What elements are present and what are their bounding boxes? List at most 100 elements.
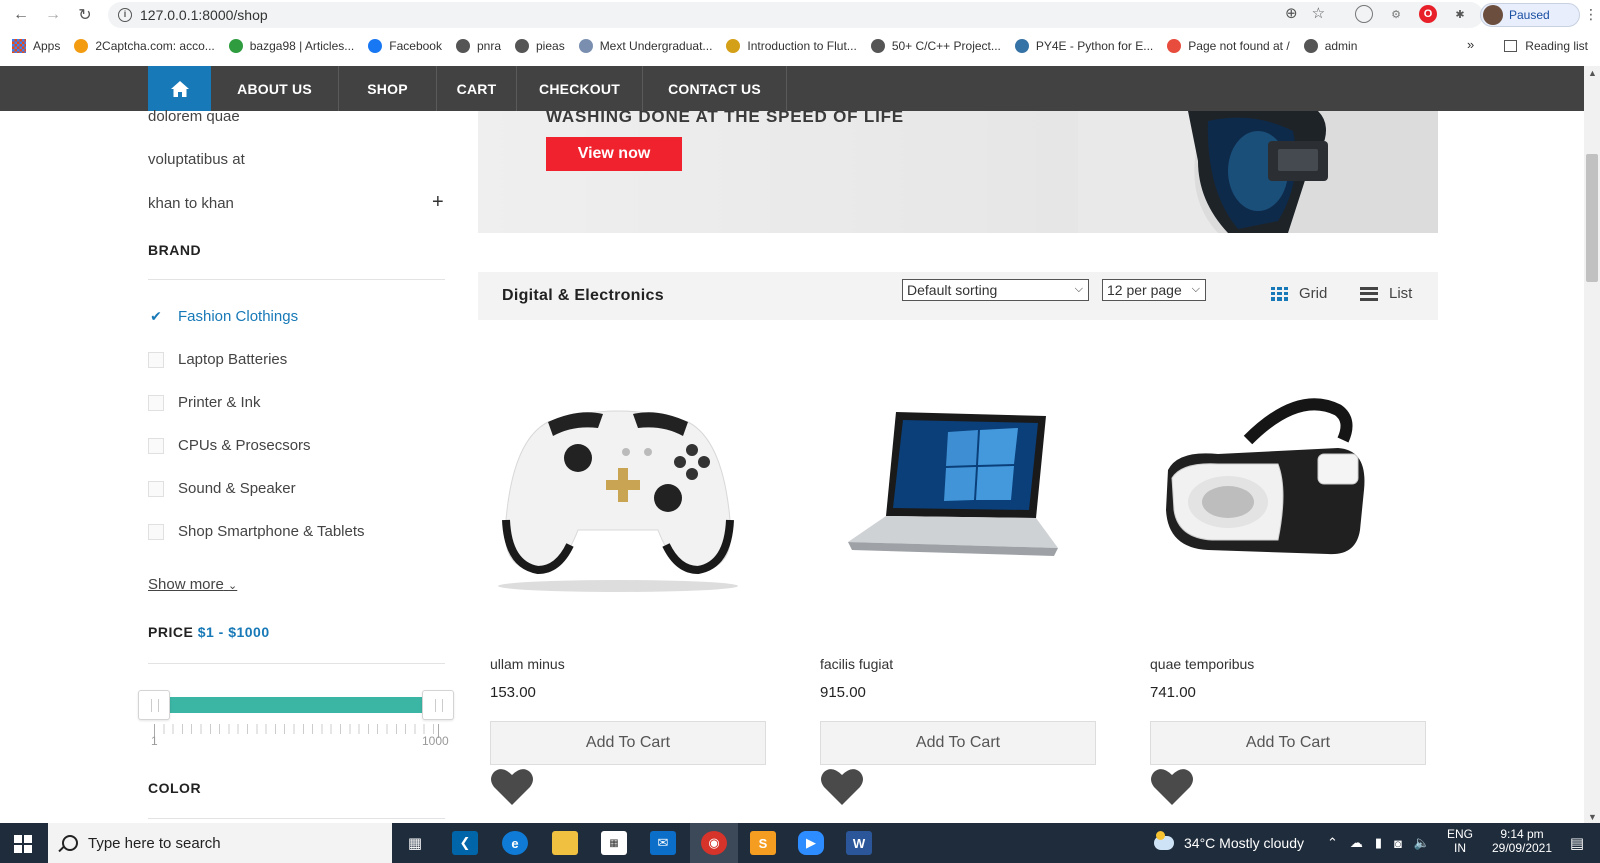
checkbox[interactable]: [148, 351, 164, 368]
language-indicator[interactable]: ENG IN: [1444, 827, 1476, 855]
price-slider-max-handle[interactable]: [422, 690, 454, 720]
wishlist-heart-icon[interactable]: [820, 767, 864, 807]
product-name[interactable]: facilis fugiat: [820, 656, 893, 672]
checkbox[interactable]: [148, 480, 164, 497]
view-now-button[interactable]: View now: [546, 137, 682, 171]
game-controller-image[interactable]: [478, 370, 756, 600]
bookmark-item[interactable]: pnra: [455, 39, 501, 53]
brand-filter-item[interactable]: CPUs & Prosecsors: [148, 437, 311, 454]
zoom-app-icon[interactable]: ▶: [798, 831, 824, 855]
laptop-image[interactable]: [808, 370, 1086, 600]
word-icon[interactable]: W: [846, 831, 872, 855]
sublime-text-icon[interactable]: S: [750, 831, 776, 855]
bookmark-item[interactable]: admin: [1303, 39, 1357, 53]
chrome-icon[interactable]: ◉: [701, 831, 727, 855]
bookmark-item[interactable]: 50+ C/C++ Project...: [870, 39, 1001, 53]
file-explorer-icon[interactable]: [552, 831, 578, 855]
checkbox[interactable]: [148, 523, 164, 540]
per-page-select[interactable]: 12 per page ⌵: [1102, 279, 1206, 301]
product-name[interactable]: ullam minus: [490, 656, 565, 672]
django-icon: [1167, 39, 1182, 53]
banner-background: [478, 111, 1078, 233]
brand-filter-item[interactable]: Printer & Ink: [148, 394, 261, 411]
price-slider-min-handle[interactable]: [138, 690, 170, 720]
scrollbar-thumb[interactable]: [1586, 154, 1598, 282]
category-link[interactable]: voluptatibus at: [148, 151, 245, 168]
back-arrow-icon[interactable]: ←: [10, 4, 32, 26]
bookmark-item[interactable]: bazga98 | Articles...: [228, 39, 354, 53]
taskbar-search-input[interactable]: Type here to search: [48, 823, 392, 863]
wishlist-heart-icon[interactable]: [490, 767, 534, 807]
show-more-link[interactable]: Show more ⌄: [148, 576, 237, 593]
puzzle-extensions-icon[interactable]: ✱: [1451, 5, 1469, 23]
price-slider[interactable]: 1 1000: [138, 690, 456, 750]
mail-icon[interactable]: ✉: [650, 831, 676, 855]
product-name[interactable]: quae temporibus: [1150, 656, 1254, 672]
windows-start-icon[interactable]: [14, 835, 32, 853]
color-heading: COLOR: [148, 780, 202, 796]
list-view-toggle[interactable]: List: [1360, 285, 1412, 302]
bookmark-item[interactable]: Mext Undergraduat...: [578, 39, 712, 53]
nav-about-us[interactable]: ABOUT US: [211, 66, 339, 111]
reading-list-label: Reading list: [1525, 39, 1588, 53]
bookmark-item[interactable]: Introduction to Flut...: [726, 39, 857, 53]
category-link[interactable]: dolorem quae: [148, 108, 240, 125]
volume-icon[interactable]: 🔈: [1414, 835, 1430, 851]
brand-filter-item[interactable]: Sound & Speaker: [148, 480, 296, 497]
scroll-down-arrow-icon[interactable]: ▼: [1588, 812, 1597, 822]
weather-widget[interactable]: 34°C Mostly cloudy: [1154, 823, 1304, 863]
checkbox[interactable]: [148, 394, 164, 411]
home-button[interactable]: [148, 66, 211, 111]
checkbox[interactable]: [148, 437, 164, 454]
battery-icon[interactable]: ▮: [1375, 835, 1382, 851]
bookmark-item[interactable]: Apps: [12, 39, 60, 53]
store-icon[interactable]: ▦: [601, 831, 627, 855]
checkbox-checked-icon[interactable]: ✔: [148, 308, 164, 325]
bookmark-star-icon[interactable]: ☆: [1312, 4, 1325, 22]
bookmark-item[interactable]: Page not found at /: [1167, 39, 1290, 53]
tray-chevron-up-icon[interactable]: ⌃: [1327, 835, 1338, 851]
reading-list-button[interactable]: Reading list: [1504, 33, 1588, 59]
brand-filter-item[interactable]: Shop Smartphone & Tablets: [148, 523, 365, 540]
expand-plus-icon[interactable]: +: [432, 191, 444, 214]
bookmark-item[interactable]: PY4E - Python for E...: [1014, 39, 1153, 53]
extension-icon[interactable]: ⚙: [1387, 5, 1405, 23]
category-link[interactable]: khan to khan: [148, 195, 234, 212]
nav-cart[interactable]: CART: [437, 66, 517, 111]
vr-headset-image[interactable]: [1138, 370, 1416, 600]
wifi-icon[interactable]: ◙: [1394, 836, 1402, 851]
task-view-icon[interactable]: ▦: [402, 831, 428, 855]
grid-view-toggle[interactable]: Grid: [1271, 285, 1327, 302]
more-bookmarks-icon[interactable]: »: [1467, 37, 1474, 52]
bookmark-item[interactable]: Facebook: [368, 39, 442, 53]
site-info-icon[interactable]: i: [118, 8, 132, 22]
onedrive-cloud-icon[interactable]: ☁: [1350, 835, 1363, 851]
nav-checkout[interactable]: CHECKOUT: [517, 66, 643, 111]
forward-arrow-icon[interactable]: →: [42, 4, 64, 26]
reload-icon[interactable]: ↻: [74, 4, 96, 26]
chevron-down-icon: ⌵: [1074, 283, 1083, 295]
wishlist-heart-icon[interactable]: [1150, 767, 1194, 807]
edge-icon[interactable]: e: [502, 831, 528, 855]
add-to-cart-button[interactable]: Add To Cart: [1150, 721, 1426, 765]
profile-button[interactable]: Paused: [1480, 3, 1580, 27]
clock[interactable]: 9:14 pm 29/09/2021: [1482, 827, 1562, 855]
bookmark-item[interactable]: 2Captcha.com: acco...: [74, 39, 215, 53]
sort-select[interactable]: Default sorting ⌵: [902, 279, 1089, 301]
nav-shop[interactable]: SHOP: [339, 66, 437, 111]
page-scrollbar[interactable]: ▲ ▼: [1584, 66, 1600, 826]
browser-menu-icon[interactable]: ⋮: [1584, 6, 1598, 23]
notification-center-icon[interactable]: ▤: [1564, 831, 1590, 855]
brand-filter-item[interactable]: Laptop Batteries: [148, 351, 287, 368]
nav-contact-us[interactable]: CONTACT US: [643, 66, 787, 111]
translate-extension-icon[interactable]: [1355, 5, 1373, 23]
opera-extension-icon[interactable]: O: [1419, 5, 1437, 23]
scroll-up-arrow-icon[interactable]: ▲: [1588, 68, 1597, 78]
bookmark-item[interactable]: pieas: [515, 39, 565, 53]
address-bar[interactable]: i 127.0.0.1:8000/shop: [108, 2, 1483, 28]
brand-filter-item[interactable]: ✔ Fashion Clothings: [148, 308, 298, 325]
vscode-icon[interactable]: ❮: [452, 831, 478, 855]
add-to-cart-button[interactable]: Add To Cart: [490, 721, 766, 765]
add-to-cart-button[interactable]: Add To Cart: [820, 721, 1096, 765]
zoom-icon[interactable]: ⊕: [1285, 4, 1298, 22]
